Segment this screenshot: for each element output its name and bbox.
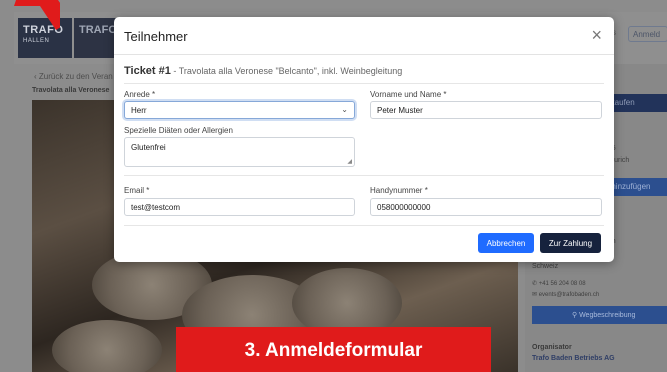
- ticket-heading: Ticket #1 - Travolata alla Veronese "Bel…: [124, 65, 402, 77]
- directions-button[interactable]: ⚲ Wegbeschreibung: [532, 306, 667, 324]
- modal-header: Teilnehmer ×: [114, 17, 614, 55]
- venue-country: Schweiz: [532, 263, 559, 270]
- salutation-value: Herr: [131, 106, 147, 115]
- ticket-description: - Travolata alla Veronese "Belcanto", in…: [170, 66, 403, 76]
- trafo-logo-secondary[interactable]: TRAFO: [74, 18, 118, 58]
- mobile-label: Handynummer *: [370, 186, 428, 195]
- venue-phone[interactable]: ✆ +41 56 204 08 08: [532, 280, 586, 287]
- venue-email-address: events@trafobaden.ch: [538, 292, 600, 298]
- step-caption: 3. Anmeldeformular: [176, 327, 491, 372]
- venue-email[interactable]: ✉ events@trafobaden.ch: [532, 291, 599, 298]
- organizer-name[interactable]: Trafo Baden Betriebs AG: [532, 355, 615, 362]
- modal-title: Teilnehmer: [124, 29, 188, 44]
- divider: [124, 83, 604, 84]
- cancel-button[interactable]: Abbrechen: [478, 233, 534, 253]
- logo-subtext: HALLEN: [23, 38, 50, 44]
- organizer-label: Organisator: [532, 344, 572, 351]
- email-label: Email *: [124, 186, 150, 195]
- full-name-label: Vorname und Name *: [370, 90, 447, 99]
- close-icon[interactable]: ×: [591, 26, 602, 44]
- mail-icon: ✉: [532, 292, 539, 298]
- directions-label: Wegbeschreibung: [579, 312, 636, 319]
- phone-icon: ✆: [532, 281, 539, 287]
- logo-secondary-text: TRAFO: [79, 24, 117, 36]
- salutation-select[interactable]: Herr ⌄: [124, 101, 355, 119]
- diet-value: Glutenfrei: [131, 143, 166, 152]
- venue-phone-number: +41 56 204 08 08: [538, 281, 586, 287]
- mobile-input[interactable]: 058000000000: [370, 198, 602, 216]
- back-link-label: Zurück zu den Veran: [38, 72, 113, 81]
- event-title: Travolata alla Veronese: [32, 87, 110, 94]
- participant-modal: Teilnehmer × Ticket #1 - Travolata alla …: [114, 17, 614, 262]
- diet-textarea[interactable]: Glutenfrei ◢: [124, 137, 355, 167]
- resize-handle-icon[interactable]: ◢: [347, 158, 352, 165]
- divider: [124, 175, 604, 176]
- annotation-arrow-icon: [14, 0, 60, 30]
- email-input[interactable]: test@testcom: [124, 198, 355, 216]
- diet-label: Spezielle Diäten oder Allergien: [124, 126, 233, 135]
- proceed-to-payment-button[interactable]: Zur Zahlung: [540, 233, 601, 253]
- full-name-input[interactable]: Peter Muster: [370, 101, 602, 119]
- salutation-label: Anrede *: [124, 90, 156, 99]
- ticket-number: Ticket #1: [124, 65, 171, 77]
- chevron-down-icon: ⌄: [341, 105, 348, 114]
- login-button[interactable]: Anmeld: [628, 26, 667, 42]
- divider: [124, 225, 604, 226]
- back-link[interactable]: ‹ Zurück zu den Veran: [34, 72, 113, 81]
- plate-image: [52, 320, 162, 372]
